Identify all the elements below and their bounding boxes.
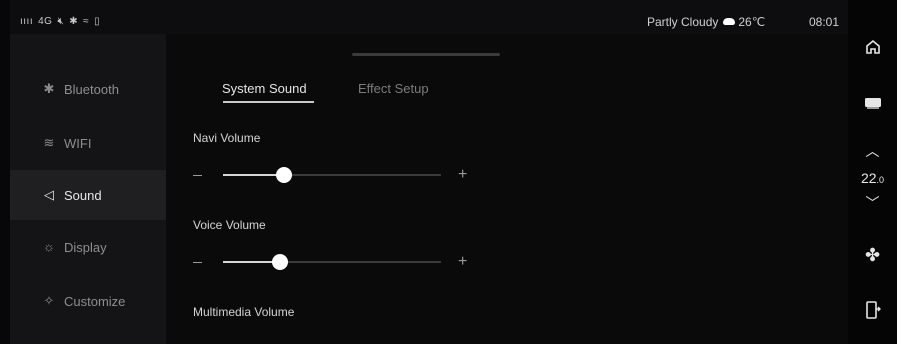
- bluetooth-status-icon: ✱: [69, 16, 79, 27]
- customize-icon: ✧: [43, 293, 55, 308]
- tab-system-sound[interactable]: System Sound: [222, 81, 307, 96]
- navi-volume-increase-button[interactable]: +: [458, 167, 467, 183]
- navi-volume-label: Navi Volume: [193, 131, 261, 145]
- sidebar-item-label: Customize: [64, 294, 126, 309]
- wifi-status-icon: ≈: [83, 16, 90, 27]
- navi-volume-slider[interactable]: [223, 167, 441, 183]
- vehicle-control-rail: ︿ 22.0 ﹀ ✤: [848, 0, 897, 344]
- network-type: 4G: [38, 16, 53, 27]
- sidebar-item-label: WIFI: [64, 136, 92, 151]
- chevron-down-icon[interactable]: ﹀: [848, 193, 897, 213]
- home-icon[interactable]: [848, 38, 897, 61]
- sidebar-item-customize[interactable]: ✧ Customize: [10, 276, 166, 326]
- tab-effect-setup[interactable]: Effect Setup: [358, 81, 429, 96]
- voice-volume-decrease-button[interactable]: [193, 262, 202, 263]
- bluetooth-icon: ✱: [43, 81, 55, 96]
- voice-volume-slider[interactable]: [223, 254, 441, 270]
- door-icon[interactable]: [848, 300, 897, 325]
- sidebar-item-display[interactable]: ☼ Display: [10, 222, 166, 272]
- wifi-icon: ≋: [43, 135, 55, 150]
- voice-volume-knob[interactable]: [271, 254, 288, 270]
- voice-volume-label: Voice Volume: [193, 218, 266, 232]
- vibrate-icon: ▯: [94, 16, 101, 27]
- drag-handle[interactable]: [352, 53, 500, 56]
- weather-widget: Partly Cloudy 26℃: [647, 15, 765, 29]
- screen-icon[interactable]: [848, 96, 897, 115]
- fan-icon[interactable]: ✤: [848, 245, 897, 266]
- sound-settings-panel: System Sound Effect Setup Navi Volume + …: [166, 34, 848, 344]
- settings-screen: ıııı 4G 🔇︎ ✱ ≈ ▯ Partly Cloudy 26℃ 08:01 ✱ Blu…: [0, 0, 897, 344]
- mute-icon: 🔇︎: [57, 16, 65, 27]
- status-bar: ıııı 4G 🔇︎ ✱ ≈ ▯ Partly Cloudy 26℃ 08:01: [10, 0, 848, 34]
- active-tab-indicator: [223, 101, 314, 103]
- temperature-decimal: .0: [876, 175, 885, 185]
- cloud-icon: [723, 18, 736, 25]
- weather-text: Partly Cloudy: [647, 15, 719, 29]
- sidebar-item-bluetooth[interactable]: ✱ Bluetooth: [10, 64, 166, 114]
- sidebar-item-label: Sound: [64, 188, 102, 203]
- status-indicators: ıııı 4G 🔇︎ ✱ ≈ ▯: [20, 16, 105, 27]
- temperature-setting: 22.0: [848, 170, 897, 186]
- settings-sidebar: ✱ Bluetooth ≋ WIFI ◁ Sound ☼ Display ✧ C…: [10, 34, 166, 344]
- navi-volume-fill: [223, 174, 285, 176]
- sidebar-item-wifi[interactable]: ≋ WIFI: [10, 118, 166, 168]
- outside-temperature: 26℃: [738, 15, 766, 29]
- sidebar-item-label: Display: [64, 240, 107, 255]
- chevron-up-icon[interactable]: ︿: [848, 141, 897, 161]
- navi-volume-decrease-button[interactable]: [193, 175, 202, 176]
- speaker-icon: ◁: [44, 187, 54, 202]
- multimedia-volume-label: Multimedia Volume: [193, 305, 295, 319]
- sun-icon: ☼: [43, 239, 55, 254]
- clock: 08:01: [809, 15, 840, 29]
- sidebar-item-label: Bluetooth: [64, 82, 119, 97]
- sidebar-item-sound[interactable]: ◁ Sound: [10, 170, 166, 220]
- signal-bars-icon: ıııı: [20, 16, 34, 27]
- temperature-whole: 22: [860, 170, 877, 186]
- voice-volume-increase-button[interactable]: +: [458, 254, 467, 270]
- navi-volume-knob[interactable]: [276, 167, 293, 183]
